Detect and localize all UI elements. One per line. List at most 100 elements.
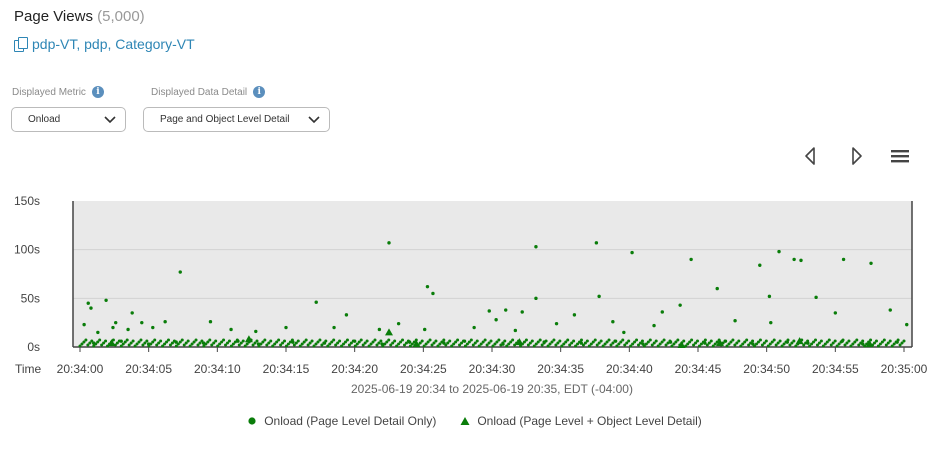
data-point-page-level[interactable] — [767, 294, 772, 299]
data-point-page-level[interactable] — [833, 339, 837, 343]
data-point-page-level[interactable] — [792, 339, 796, 343]
data-point-page-level[interactable] — [448, 339, 452, 343]
data-point-page-level[interactable] — [125, 338, 129, 342]
data-point-page-level[interactable] — [758, 263, 762, 267]
data-point-page-level[interactable] — [703, 338, 707, 342]
data-point-page-level[interactable] — [153, 338, 157, 342]
data-detail-select[interactable]: Page and Object Level Detail — [143, 107, 330, 132]
metric-select[interactable]: Onload — [11, 107, 126, 132]
data-point-page-level[interactable] — [431, 291, 435, 296]
data-point-page-level[interactable] — [554, 321, 559, 326]
data-point-page-level[interactable] — [905, 322, 909, 327]
data-point-page-level[interactable] — [841, 338, 845, 342]
data-point-page-level[interactable] — [652, 323, 656, 328]
data-point-page-level[interactable] — [520, 310, 524, 314]
data-point-page-level[interactable] — [799, 258, 803, 263]
data-point-page-level[interactable] — [140, 320, 144, 325]
info-icon[interactable]: i — [91, 86, 104, 98]
data-point-page-level[interactable] — [806, 339, 810, 343]
data-point-page-level[interactable] — [229, 327, 233, 332]
data-point-page-level[interactable] — [373, 338, 377, 342]
data-point-page-level[interactable] — [98, 338, 102, 342]
chevron-right-icon[interactable] — [846, 145, 868, 167]
data-point-page-level[interactable] — [648, 338, 652, 342]
data-point-page-level[interactable] — [428, 338, 432, 342]
data-point-page-level[interactable] — [607, 338, 611, 342]
chevron-left-icon[interactable] — [799, 145, 821, 167]
data-point-page-level[interactable] — [611, 319, 615, 324]
data-point-page-level[interactable] — [668, 339, 672, 343]
data-point-page-level[interactable] — [145, 339, 149, 343]
data-point-page-level[interactable] — [139, 338, 143, 342]
data-point-page-level[interactable] — [461, 339, 465, 343]
data-point-page-level[interactable] — [689, 257, 693, 262]
data-point-page-level[interactable] — [690, 338, 694, 342]
data-point-page-level[interactable] — [456, 338, 460, 342]
data-point-page-level[interactable] — [882, 338, 886, 342]
data-point-page-level[interactable] — [524, 338, 528, 342]
data-point-page-level[interactable] — [869, 261, 873, 265]
data-point-page-level[interactable] — [861, 339, 865, 343]
data-point-page-level[interactable] — [351, 339, 355, 343]
data-point-page-level[interactable] — [86, 301, 90, 305]
data-point-page-level[interactable] — [819, 339, 823, 343]
data-point-page-level[interactable] — [764, 339, 768, 343]
data-point-page-level[interactable] — [572, 313, 577, 317]
data-point-page-level[interactable] — [841, 257, 846, 262]
data-point-page-level[interactable] — [104, 298, 108, 302]
data-point-page-level[interactable] — [731, 338, 735, 342]
data-point-page-level[interactable] — [241, 339, 245, 343]
data-point-page-level[interactable] — [534, 245, 538, 249]
data-point-page-level[interactable] — [572, 339, 576, 343]
data-point-page-level[interactable] — [159, 339, 163, 343]
data-point-page-level[interactable] — [283, 339, 287, 343]
data-point-page-level[interactable] — [393, 339, 397, 343]
data-point-page-level[interactable] — [751, 339, 755, 343]
data-point-page-level[interactable] — [678, 303, 682, 307]
data-point-page-level[interactable] — [227, 339, 231, 343]
data-point-page-level[interactable] — [544, 339, 548, 343]
data-point-page-level[interactable] — [332, 338, 336, 342]
data-point-page-level[interactable] — [434, 339, 438, 343]
data-point-page-level[interactable] — [401, 338, 405, 342]
data-point-page-level[interactable] — [676, 338, 680, 342]
data-point-page-level[interactable] — [827, 338, 831, 342]
data-point-page-level[interactable] — [696, 339, 700, 343]
data-point-page-level[interactable] — [387, 338, 391, 342]
data-point-page-level[interactable] — [792, 257, 796, 262]
data-point-page-level[interactable] — [425, 284, 430, 289]
data-point-page-level[interactable] — [511, 338, 515, 342]
data-point-page-level[interactable] — [89, 306, 93, 310]
data-point-page-level[interactable] — [902, 339, 906, 343]
data-point-page-level[interactable] — [208, 338, 212, 342]
data-point-page-level[interactable] — [593, 338, 597, 342]
data-point-page-level[interactable] — [654, 339, 658, 343]
data-point-page-level[interactable] — [682, 339, 686, 343]
data-point-page-level[interactable] — [662, 338, 666, 342]
data-point-page-level[interactable] — [180, 338, 184, 342]
data-point-page-level[interactable] — [503, 339, 507, 343]
data-point-page-level[interactable] — [255, 339, 259, 343]
data-point-page-level[interactable] — [733, 319, 737, 323]
data-point-page-level[interactable] — [855, 338, 859, 342]
data-point-page-level[interactable] — [126, 327, 130, 332]
data-point-page-level[interactable] — [630, 250, 634, 255]
data-point-page-level[interactable] — [597, 294, 601, 299]
data-point-page-level[interactable] — [194, 338, 198, 342]
data-point-page-level[interactable] — [660, 310, 664, 314]
data-point-page-level[interactable] — [304, 338, 308, 342]
data-point-page-level[interactable] — [222, 338, 226, 342]
data-point-page-level[interactable] — [163, 319, 167, 324]
data-point-page-level[interactable] — [640, 339, 644, 343]
data-point-page-level[interactable] — [406, 339, 410, 343]
data-point-page-level[interactable] — [296, 339, 300, 343]
data-point-page-level[interactable] — [814, 338, 818, 342]
data-point-page-level[interactable] — [489, 339, 493, 343]
data-point-page-level[interactable] — [737, 339, 741, 343]
data-point-page-level[interactable] — [178, 270, 182, 274]
data-point-page-level[interactable] — [487, 309, 491, 313]
data-point-page-level[interactable] — [208, 319, 213, 324]
data-point-page-level[interactable] — [324, 339, 328, 343]
data-point-page-level[interactable] — [769, 320, 773, 325]
data-point-page-level[interactable] — [472, 325, 476, 330]
